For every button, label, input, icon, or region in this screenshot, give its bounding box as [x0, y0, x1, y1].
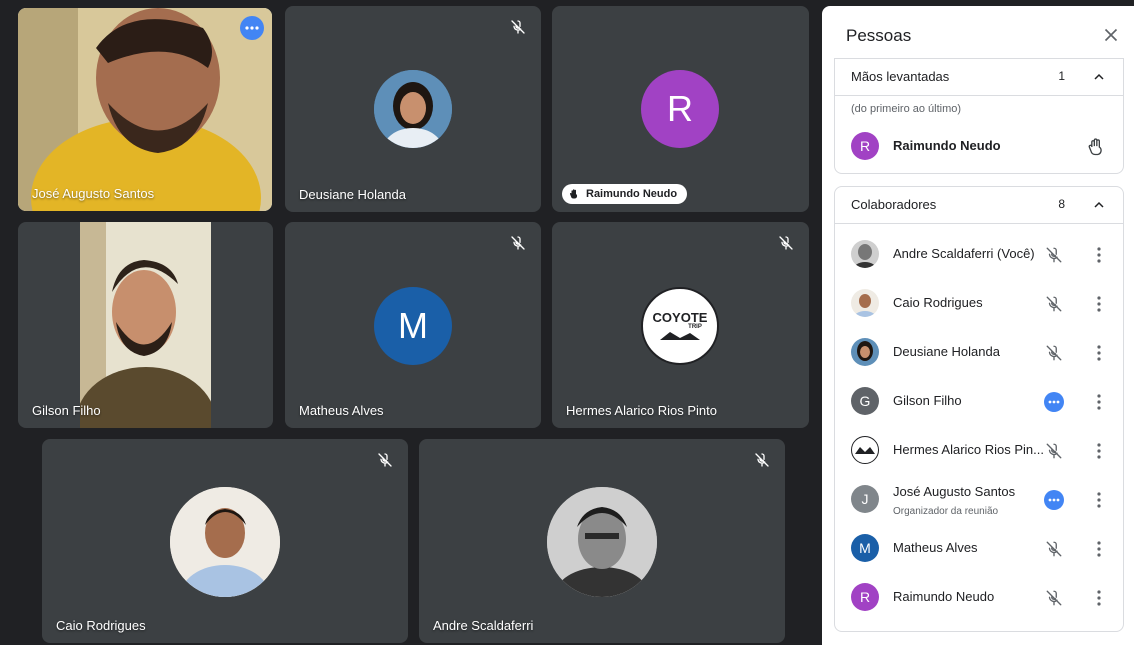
close-icon [1104, 28, 1118, 42]
more-options-button[interactable] [240, 16, 264, 40]
raised-hands-header[interactable]: Mãos levantadas 1 [835, 59, 1123, 96]
collaborators-count: 8 [1058, 197, 1065, 211]
avatar [851, 289, 879, 317]
participant-row[interactable]: Hermes Alarico Rios Pin... [835, 429, 1123, 473]
avatar: M [851, 534, 879, 562]
video-tile-deusiane[interactable]: Deusiane Holanda [285, 6, 541, 212]
avatar [851, 338, 879, 366]
collaborators-header[interactable]: Colaboradores 8 [835, 187, 1123, 224]
organizer-label: Organizador da reunião [893, 506, 999, 517]
raised-hand-person-name: Raimundo Neudo [893, 138, 1001, 153]
mic-off-icon [1043, 587, 1065, 609]
participant-row[interactable]: M Matheus Alves [835, 527, 1123, 571]
raised-hands-section: Mãos levantadas 1 (do primeiro ao último… [834, 58, 1124, 174]
avatar: G [851, 387, 879, 415]
hand-icon [569, 189, 578, 199]
hand-icon [1088, 138, 1102, 156]
more-options-button[interactable] [1043, 489, 1065, 511]
participant-row[interactable]: Andre Scaldaferri (Você) [835, 233, 1123, 277]
avatar: R [851, 583, 879, 611]
participant-avatar: R [641, 70, 719, 148]
participant-row[interactable]: J José Augusto Santos Organizador da reu… [835, 478, 1123, 522]
participant-logo: COYOTE TRIP [641, 287, 719, 365]
participant-avatar: M [374, 287, 452, 365]
more-dots-icon [1044, 392, 1064, 412]
participant-row[interactable]: Deusiane Holanda [835, 331, 1123, 375]
collaborators-section: Colaboradores 8 Andre Scaldaferri (Você)… [834, 186, 1124, 632]
mic-off-icon [507, 16, 529, 38]
logo-text-main: COYOTE [652, 309, 708, 325]
more-vert-icon[interactable] [1093, 392, 1105, 412]
video-tile-matheus[interactable]: M Matheus Alves [285, 222, 541, 428]
participant-name: Matheus Alves [893, 540, 978, 555]
participant-name: Deusiane Holanda [893, 344, 1000, 359]
mic-off-icon [775, 232, 797, 254]
participant-avatar [374, 70, 452, 148]
more-vert-icon[interactable] [1093, 588, 1105, 608]
participant-row[interactable]: Caio Rodrigues [835, 282, 1123, 326]
raised-hand-row[interactable]: R Raimundo Neudo [835, 125, 1123, 169]
participant-row[interactable]: R Raimundo Neudo [835, 576, 1123, 620]
mic-off-icon [1043, 293, 1065, 315]
participant-name: José Augusto Santos [893, 484, 1016, 499]
more-vert-icon[interactable] [1093, 343, 1105, 363]
mic-off-icon [374, 449, 396, 471]
raised-hand-chip: Raimundo Neudo [562, 184, 688, 204]
participant-name: Deusiane Holanda [299, 187, 406, 202]
panel-title: Pessoas [846, 26, 912, 45]
mic-off-icon [1043, 538, 1065, 560]
participant-avatar [170, 487, 280, 597]
close-panel-button[interactable] [1100, 24, 1122, 46]
participant-name: Hermes Alarico Rios Pinto [566, 403, 717, 418]
video-tile-andre[interactable]: Andre Scaldaferri [419, 439, 785, 643]
participant-name: Raimundo Neudo [893, 589, 995, 604]
participant-name: Caio Rodrigues [56, 618, 146, 633]
more-vert-icon[interactable] [1093, 490, 1105, 510]
hand-chip-name: Raimundo Neudo [586, 188, 678, 200]
participant-video-gilson [80, 222, 211, 428]
raised-hands-count: 1 [1058, 69, 1065, 83]
video-tile-gilson[interactable]: Gilson Filho [18, 222, 273, 428]
people-panel: Pessoas Mãos levantadas 1 (do primeiro a… [822, 6, 1134, 645]
participant-name: Caio Rodrigues [893, 295, 983, 310]
chevron-up-icon [1094, 73, 1104, 80]
participant-name: Hermes Alarico Rios Pin... [893, 442, 1044, 457]
video-tile-hermes[interactable]: COYOTE TRIP Hermes Alarico Rios Pinto [552, 222, 809, 428]
participant-video-jose [18, 8, 272, 211]
raised-hands-title: Mãos levantadas [851, 69, 950, 84]
mic-off-icon [1043, 244, 1065, 266]
raised-hands-order-hint: (do primeiro ao último) [851, 103, 962, 115]
participant-name: Gilson Filho [893, 393, 962, 408]
video-tile-jose[interactable]: José Augusto Santos [18, 8, 272, 211]
avatar: R [851, 132, 879, 160]
more-vert-icon[interactable] [1093, 539, 1105, 559]
video-tile-caio[interactable]: Caio Rodrigues [42, 439, 408, 643]
participant-name: Gilson Filho [32, 403, 101, 418]
avatar-logo [851, 436, 879, 464]
participant-name: Matheus Alves [299, 403, 384, 418]
mic-off-icon [1043, 342, 1065, 364]
more-vert-icon[interactable] [1093, 245, 1105, 265]
participant-name: Andre Scaldaferri (Você) [893, 246, 1035, 261]
video-tile-raimundo[interactable]: R Raimundo Neudo [552, 6, 809, 212]
more-vert-icon[interactable] [1093, 294, 1105, 314]
mic-off-icon [507, 232, 529, 254]
more-dots-icon [245, 26, 259, 30]
mic-off-icon [751, 449, 773, 471]
more-dots-icon [1044, 490, 1064, 510]
participant-name: Andre Scaldaferri [433, 618, 534, 633]
mic-off-icon [1043, 440, 1065, 462]
more-options-button[interactable] [1043, 391, 1065, 413]
chevron-up-icon [1094, 201, 1104, 208]
lower-hand-button[interactable] [1085, 136, 1107, 158]
collaborators-title: Colaboradores [851, 197, 937, 212]
participant-name: José Augusto Santos [32, 186, 155, 201]
participant-row[interactable]: G Gilson Filho [835, 380, 1123, 424]
avatar: J [851, 485, 879, 513]
avatar [851, 240, 879, 268]
participant-avatar [547, 487, 657, 597]
more-vert-icon[interactable] [1093, 441, 1105, 461]
